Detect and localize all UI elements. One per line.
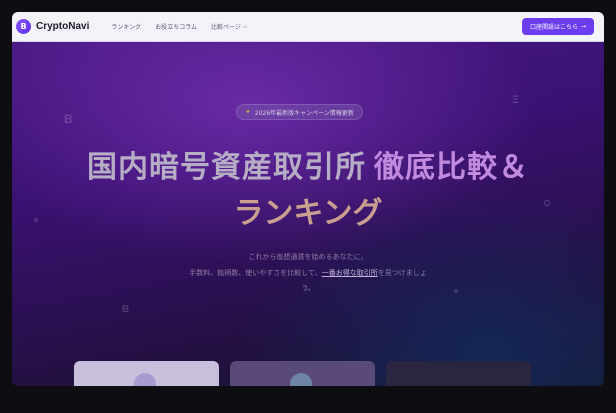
bottom-bar — [0, 386, 616, 413]
site-header: B CryptoNavi ランキング お役立ちコラム 比較ページ ⌵ 口座開設は… — [12, 12, 604, 42]
spark-icon: ✦ — [245, 108, 251, 116]
campaign-badge: ✦ 2026年最新版キャンペーン情報更新 — [236, 104, 363, 120]
bitcoin-deco-icon: B — [64, 112, 73, 126]
open-account-button[interactable]: 口座開設はこちら → — [521, 18, 594, 35]
hero-subtitle-line2: 手数料、銘柄数、使いやすさを比較して、一番お得な取引所を見つけましょ — [189, 269, 427, 277]
hero-subtitle-line1: これから仮想通貨を始めるあなたに。 — [248, 253, 368, 261]
ethereum-deco-icon: Ξ — [512, 94, 520, 106]
exchange-logo-icon-2 — [290, 373, 312, 386]
hero-title: 国内暗号資産取引所 徹底比較＆ — [87, 151, 529, 184]
logo-coin-icon[interactable]: B — [16, 19, 31, 34]
exchange-logo-icon — [134, 373, 156, 386]
arrow-right-icon: → — [580, 23, 586, 30]
browser-viewport: B CryptoNavi ランキング お役立ちコラム 比較ページ ⌵ 口座開設は… — [12, 12, 604, 386]
hero-title-line2: ランキング — [233, 197, 383, 230]
hero-subtitle-line3: う。 — [301, 284, 315, 292]
exchange-card-3[interactable] — [386, 361, 531, 386]
nav-ranking[interactable]: ランキング — [111, 22, 141, 31]
bitcoin-deco-icon-2: B — [122, 304, 130, 315]
exchange-card-2[interactable] — [230, 361, 375, 386]
chevron-down-icon: ⌵ — [242, 22, 248, 30]
logo-text[interactable]: CryptoNavi — [36, 21, 89, 32]
nav-column[interactable]: お役立ちコラム — [155, 22, 197, 31]
nav-compare[interactable]: 比較ページ ⌵ — [211, 22, 248, 32]
exchange-card-1[interactable] — [74, 361, 219, 386]
